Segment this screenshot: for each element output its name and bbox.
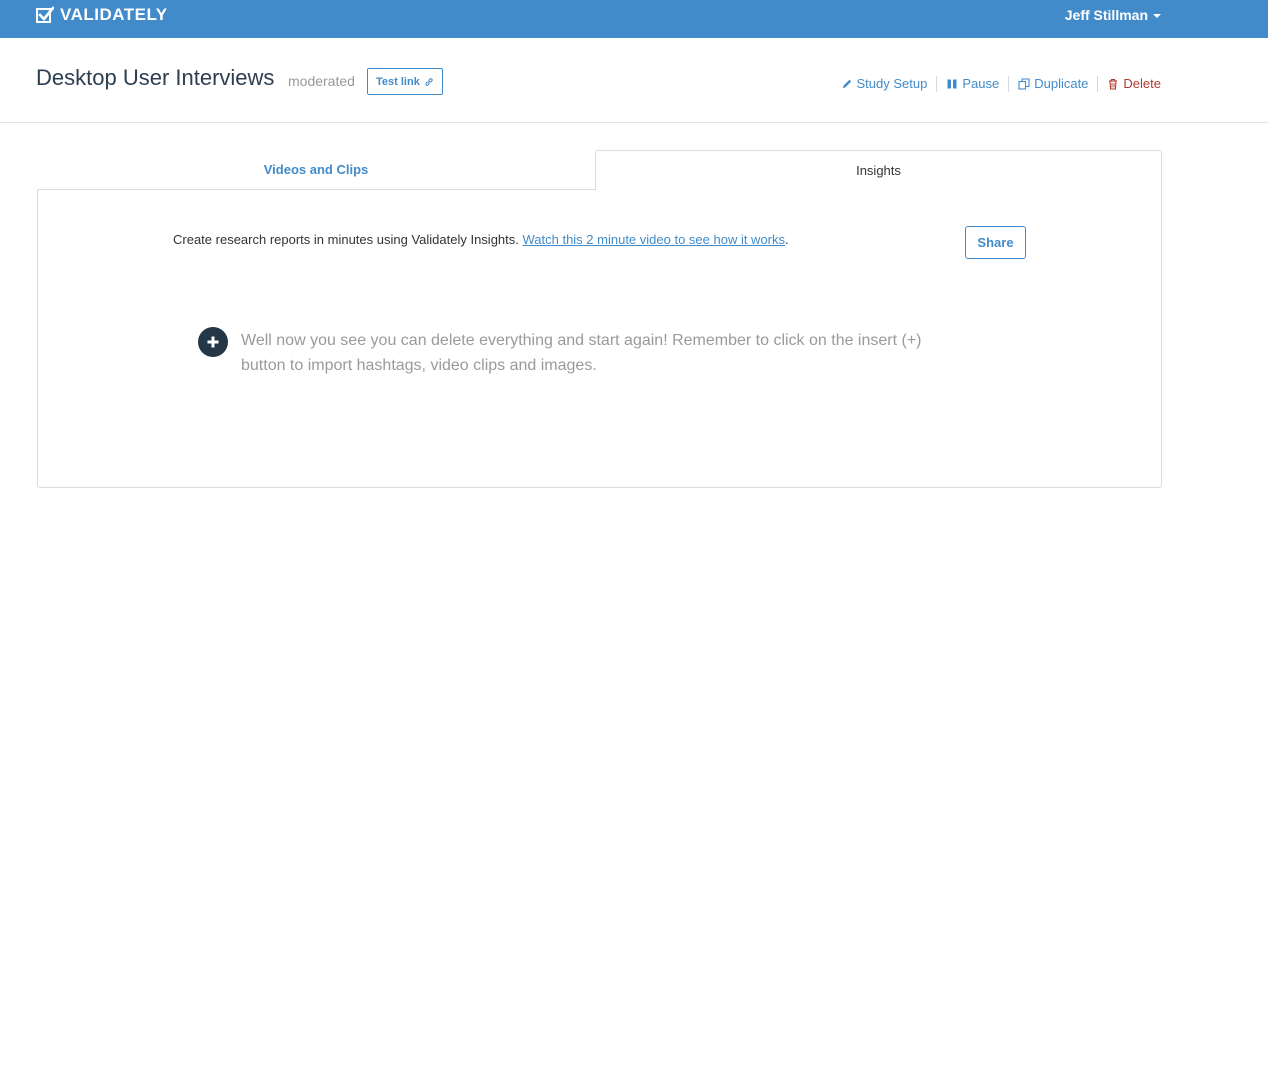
intro-period: . [785,232,789,247]
study-setup-label: Study Setup [856,76,928,91]
plus-icon [207,336,219,348]
brand-name: VALIDATELY [60,5,168,24]
study-tabs: Videos and Clips Insights [37,150,1162,190]
user-menu[interactable]: Jeff Stillman [1065,7,1161,23]
intro-text: Create research reports in minutes using… [173,232,523,247]
insert-button[interactable] [198,327,228,357]
duplicate-button[interactable]: Duplicate [1009,76,1099,92]
top-nav-bar: VALIDATELY Jeff Stillman [0,0,1268,38]
test-link-button[interactable]: Test link [367,68,443,95]
insights-panel: Create research reports in minutes using… [37,189,1162,488]
tab-videos-and-clips[interactable]: Videos and Clips [37,150,595,190]
checkbox-logo-icon [36,6,54,23]
study-header: Desktop User Interviews moderated Test l… [0,38,1268,123]
study-setup-button[interactable]: Study Setup [832,76,938,92]
caret-down-icon [1153,13,1161,18]
share-button[interactable]: Share [965,226,1026,259]
pause-icon [947,79,957,89]
duplicate-label: Duplicate [1034,76,1089,91]
copy-icon [1018,78,1030,90]
watch-video-link[interactable]: Watch this 2 minute video to see how it … [522,232,785,247]
page-title: Desktop User Interviews [36,65,275,90]
trash-icon [1109,78,1118,90]
study-actions: Study Setup Pause Duplicate Delete [832,76,1161,92]
tab-insights[interactable]: Insights [595,150,1162,190]
delete-button[interactable]: Delete [1098,76,1161,92]
delete-label: Delete [1123,76,1161,91]
pencil-icon [842,79,851,88]
user-name: Jeff Stillman [1064,7,1148,23]
editor-placeholder[interactable]: Well now you see you can delete everythi… [241,328,931,378]
study-type-label: moderated [288,73,355,89]
pause-label: Pause [962,76,1000,91]
validately-logo[interactable]: VALIDATELY [36,4,168,26]
test-link-label: Test link [376,75,420,88]
insights-intro: Create research reports in minutes using… [173,232,789,247]
pause-button[interactable]: Pause [937,76,1010,92]
link-icon [425,77,433,86]
